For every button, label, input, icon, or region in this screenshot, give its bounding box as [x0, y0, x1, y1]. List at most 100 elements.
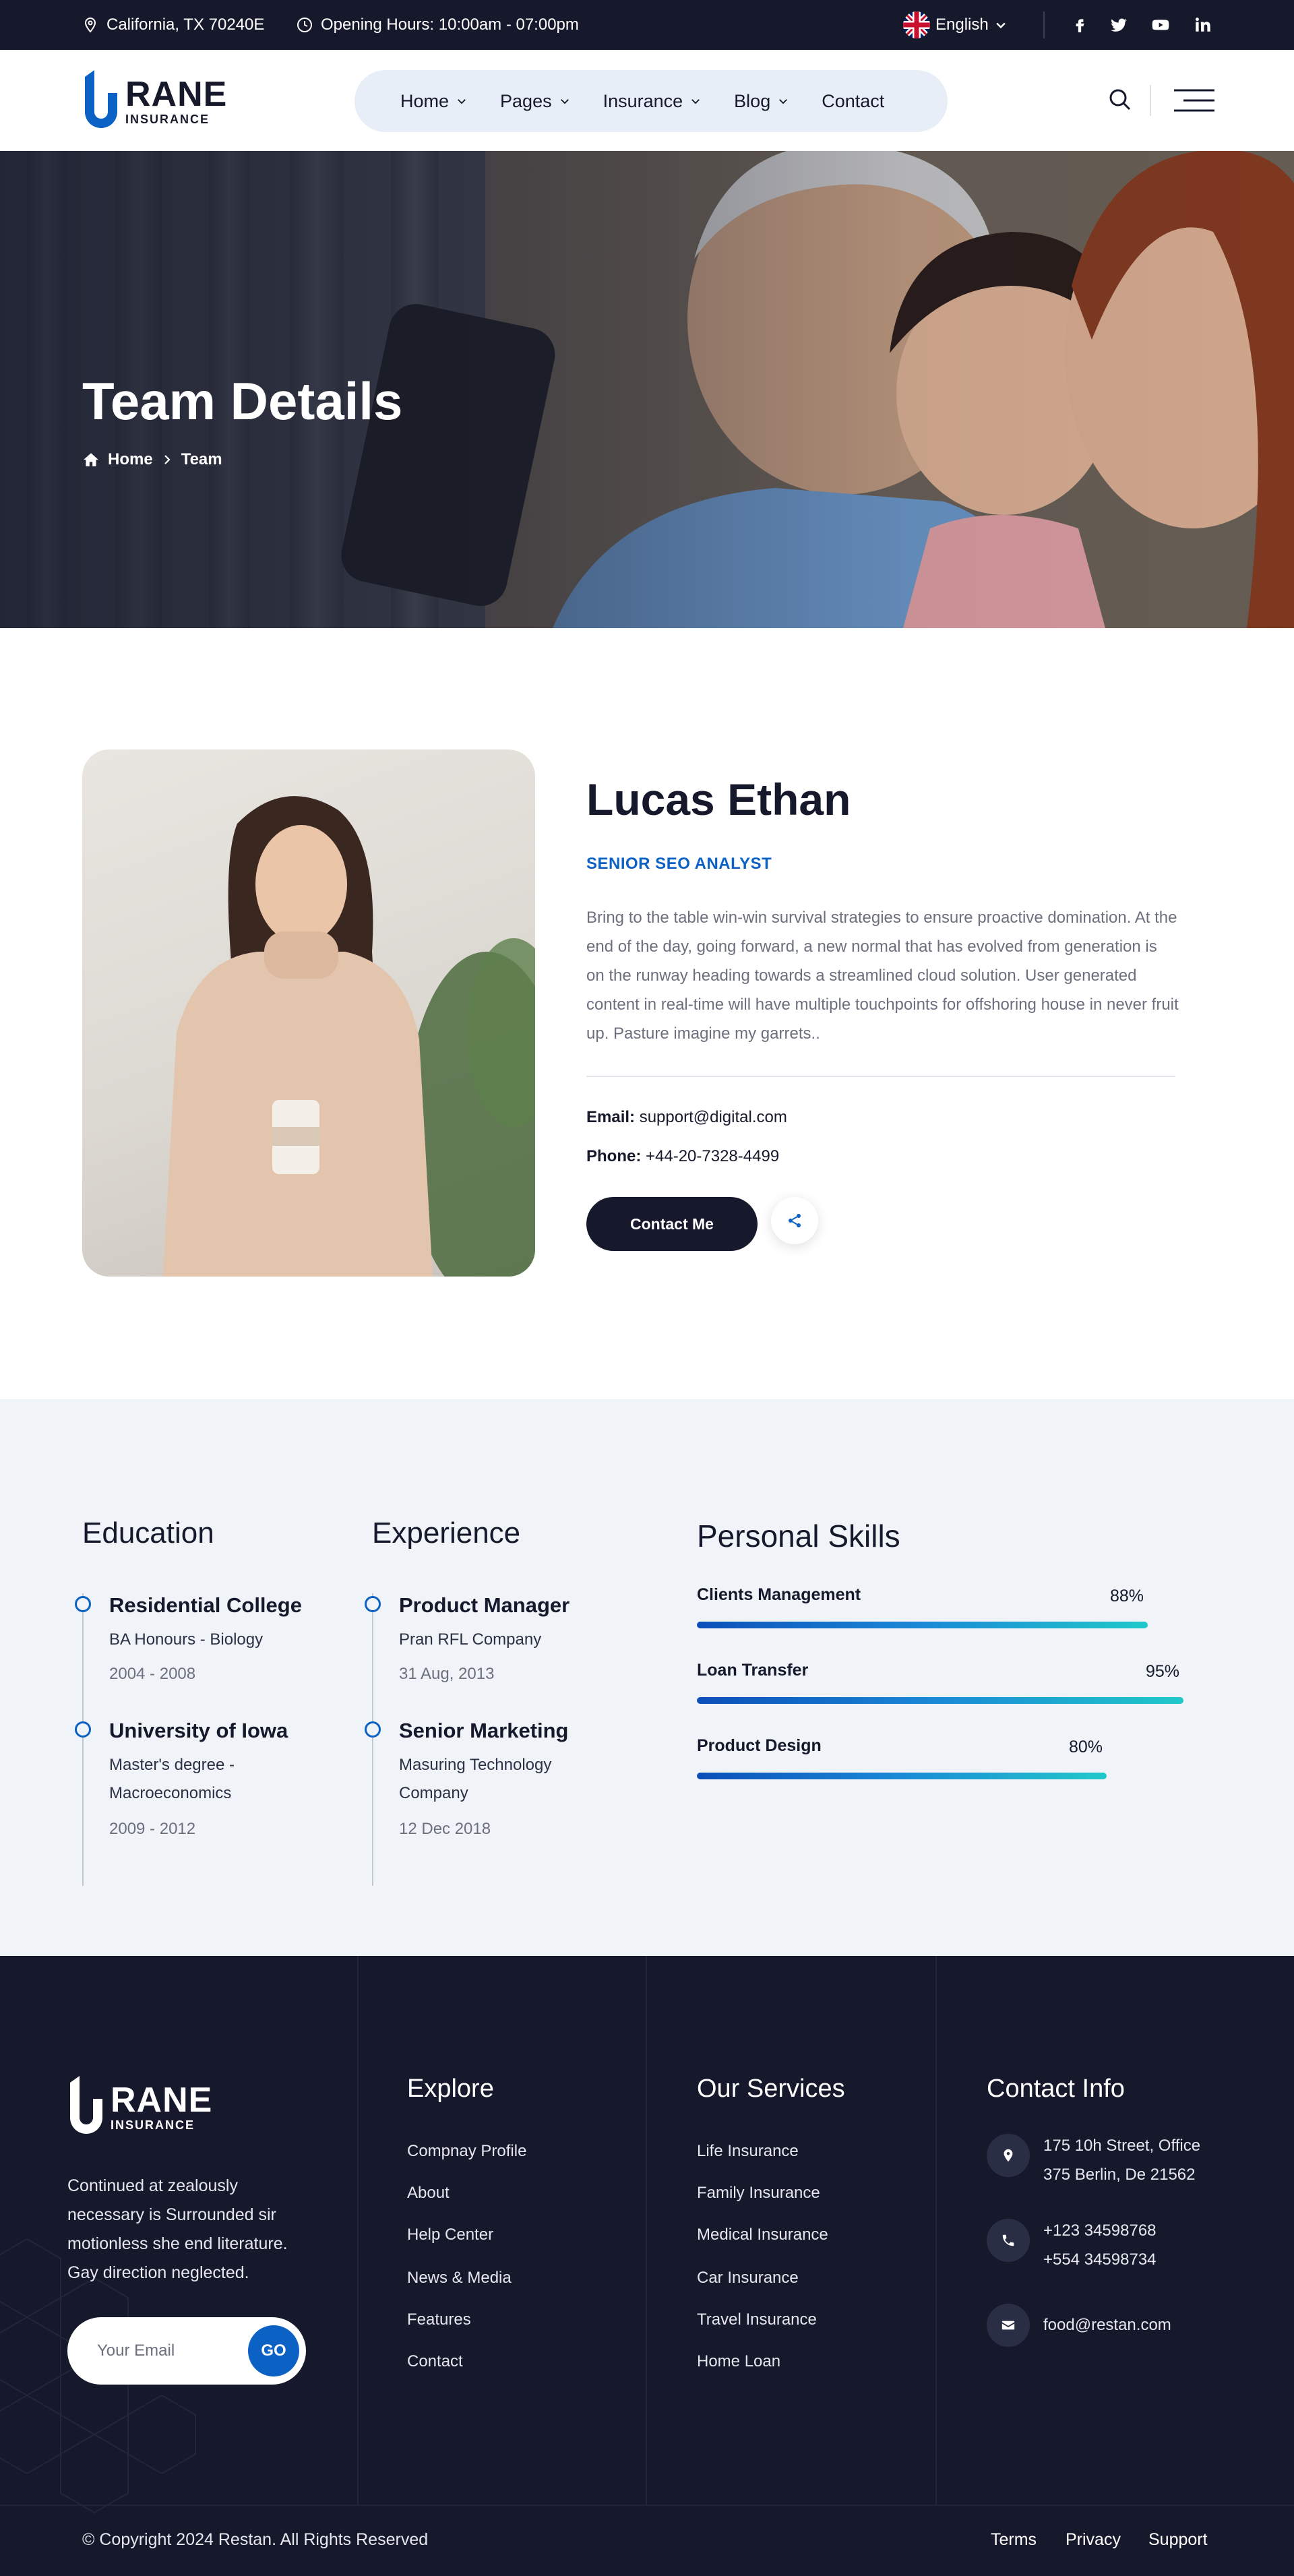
- footer-logo[interactable]: RANE INSURANCE: [67, 2076, 212, 2138]
- explore-title: Explore: [407, 2075, 494, 2103]
- timeline-dot: [75, 1596, 91, 1612]
- newsletter-form: Your Email GO: [67, 2317, 306, 2385]
- education-item-title: Residential College: [109, 1593, 302, 1617]
- explore-link[interactable]: Contact: [407, 2352, 463, 2371]
- header-divider: [1150, 85, 1151, 116]
- hours-info: Opening Hours: 10:00am - 07:00pm: [297, 0, 579, 50]
- main-nav: Home Pages Insurance Blog Contact: [355, 70, 948, 132]
- email-label: Email:: [586, 1108, 636, 1126]
- contact-phones: +123 34598768 +554 34598734: [987, 2219, 1157, 2274]
- copyright: © Copyright 2024 Restan. All Rights Rese…: [82, 2530, 429, 2549]
- nav-blog-label: Blog: [734, 90, 771, 111]
- chevron-down-icon: [458, 99, 466, 104]
- service-link[interactable]: Family Insurance: [697, 2184, 820, 2203]
- privacy-link[interactable]: Privacy: [1066, 2530, 1121, 2550]
- chevron-right-icon: [164, 455, 171, 464]
- experience-item-title: Product Manager: [399, 1593, 570, 1617]
- twitter-link[interactable]: [1105, 0, 1132, 50]
- breadcrumb: Home Team: [82, 450, 222, 469]
- uk-flag-icon: [903, 11, 930, 38]
- explore-link[interactable]: News & Media: [407, 2269, 512, 2288]
- chevron-down-icon: [560, 99, 569, 104]
- address-line-1: 175 10h Street, Office: [1043, 2137, 1201, 2155]
- topbar-divider: [1043, 11, 1045, 38]
- experience-item-date: 31 Aug, 2013: [399, 1665, 495, 1683]
- phone-label: Phone:: [586, 1147, 642, 1165]
- experience-timeline: Product Manager Pran RFL Company 31 Aug,…: [365, 1593, 569, 1886]
- explore-link[interactable]: Help Center: [407, 2226, 493, 2244]
- skill-percent: 88%: [1110, 1587, 1144, 1605]
- nav-contact[interactable]: Contact: [822, 91, 884, 112]
- facebook-icon: [1076, 19, 1084, 32]
- linkedin-link[interactable]: [1189, 0, 1216, 50]
- nav-insurance-label: Insurance: [603, 90, 683, 111]
- location-text: California, TX 70240E: [106, 16, 265, 34]
- nav-insurance[interactable]: Insurance: [603, 91, 702, 112]
- resume-section: Education Residential College BA Honours…: [0, 1399, 1294, 1956]
- explore-link[interactable]: Features: [407, 2310, 471, 2329]
- experience-title: Experience: [372, 1516, 521, 1550]
- phone-line-1[interactable]: +123 34598768: [1043, 2216, 1157, 2245]
- service-link[interactable]: Medical Insurance: [697, 2226, 828, 2244]
- contact-me-button[interactable]: Contact Me: [586, 1197, 758, 1251]
- newsletter-go-button[interactable]: GO: [248, 2325, 299, 2376]
- timeline-dot: [75, 1721, 91, 1738]
- education-item-date: 2009 - 2012: [109, 1820, 196, 1838]
- breadcrumb-current: Team: [181, 450, 222, 468]
- contact-info-title: Contact Info: [987, 2075, 1125, 2103]
- youtube-link[interactable]: [1147, 0, 1174, 50]
- contact-email: food@restan.com: [987, 2304, 1171, 2347]
- chevron-down-icon: [996, 22, 1006, 29]
- skill-name: Product Design: [697, 1736, 822, 1755]
- service-link[interactable]: Home Loan: [697, 2352, 780, 2371]
- footer-email[interactable]: food@restan.com: [1043, 2310, 1171, 2339]
- language-selector[interactable]: English: [903, 0, 1008, 50]
- language-label: English: [935, 16, 989, 34]
- newsletter-email-input[interactable]: Your Email: [97, 2317, 175, 2385]
- explore-link[interactable]: About: [407, 2184, 450, 2203]
- phone-line-2[interactable]: +554 34598734: [1043, 2245, 1157, 2274]
- education-timeline: Residential College BA Honours - Biology…: [75, 1593, 302, 1886]
- member-bio: Bring to the table win-win survival stra…: [586, 909, 1179, 1043]
- breadcrumb-home[interactable]: Home: [108, 450, 153, 469]
- member-phone[interactable]: +44-20-7328-4499: [646, 1147, 779, 1165]
- education-item-subtitle: BA Honours - Biology: [109, 1630, 264, 1649]
- share-icon: [789, 1214, 801, 1227]
- footer-logo-sub-text: INSURANCE: [111, 2118, 195, 2132]
- experience-item-title: Senior Marketing: [399, 1719, 569, 1742]
- youtube-icon: [1152, 20, 1169, 30]
- explore-link[interactable]: Compnay Profile: [407, 2142, 526, 2161]
- education-item-date: 2004 - 2008: [109, 1665, 196, 1683]
- hamburger-menu-icon[interactable]: [1174, 88, 1214, 113]
- footer-bottom-divider: [0, 2505, 1294, 2506]
- support-link[interactable]: Support: [1148, 2530, 1208, 2550]
- footer-logo-main-text: RANE: [111, 2081, 213, 2120]
- footer-col-divider: [935, 1956, 937, 2505]
- nav-blog[interactable]: Blog: [734, 91, 789, 112]
- terms-link[interactable]: Terms: [991, 2530, 1037, 2550]
- hero-banner: Team Details Home Team: [0, 151, 1294, 628]
- bio-divider: [586, 1076, 1175, 1077]
- chevron-down-icon: [779, 99, 788, 104]
- logo-mark-icon: [85, 70, 117, 128]
- timeline-dot: [365, 1721, 381, 1738]
- experience-item-subtitle: Pran RFL Company: [399, 1630, 542, 1649]
- nav-pages[interactable]: Pages: [500, 91, 571, 112]
- search-icon[interactable]: [1105, 85, 1135, 115]
- facebook-link[interactable]: [1066, 0, 1093, 50]
- skill-percent: 80%: [1069, 1738, 1103, 1756]
- nav-home[interactable]: Home: [400, 91, 468, 112]
- share-button[interactable]: [771, 1197, 818, 1244]
- service-link[interactable]: Life Insurance: [697, 2142, 799, 2161]
- footer-col-divider: [357, 1956, 359, 2505]
- page-title: Team Details: [82, 371, 403, 431]
- nav-home-label: Home: [400, 90, 450, 111]
- logo[interactable]: RANE INSURANCE: [82, 70, 227, 132]
- location-pin-icon: [84, 17, 96, 33]
- service-link[interactable]: Car Insurance: [697, 2269, 799, 2288]
- service-link[interactable]: Travel Insurance: [697, 2310, 817, 2329]
- logo-main-text: RANE: [125, 75, 228, 114]
- skill-progress-bar: [697, 1697, 1183, 1704]
- member-email[interactable]: support@digital.com: [640, 1108, 787, 1126]
- experience-item-subtitle: Masuring Technology Company: [399, 1756, 552, 1802]
